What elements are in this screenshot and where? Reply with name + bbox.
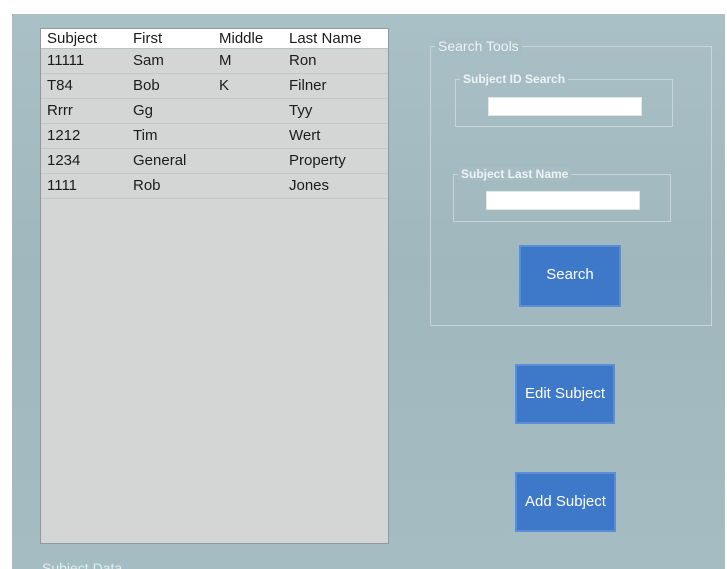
search-tools-group: Search Tools Subject ID Search Subject L…	[430, 38, 712, 326]
column-header-first[interactable]: First	[129, 29, 215, 48]
cell-first: General	[133, 152, 187, 169]
cell-subject: 1111	[47, 177, 78, 194]
list-row[interactable]: 11111 Sam M Ron	[41, 49, 388, 74]
subject-data-group-title: Subject Data	[42, 560, 123, 569]
search-button[interactable]: Search	[519, 245, 621, 307]
subject-window: Subject First Middle Last Name 11111 Sam…	[12, 14, 725, 569]
subject-list-view[interactable]: Subject First Middle Last Name 11111 Sam…	[40, 28, 389, 544]
cell-last-name: Filner	[289, 77, 327, 94]
cell-subject: Rrrr	[47, 102, 73, 119]
subject-last-name-input[interactable]	[486, 191, 640, 210]
list-row[interactable]: T84 Bob K Filner	[41, 74, 388, 99]
column-header-last-name[interactable]: Last Name	[285, 29, 388, 48]
cell-subject: 1212	[47, 127, 81, 144]
subject-last-name-label: Subject Last Name	[458, 167, 572, 181]
cell-first: Gg	[133, 102, 154, 119]
add-subject-button[interactable]: Add Subject	[515, 472, 616, 532]
cell-last-name: Wert	[289, 127, 321, 144]
cell-first: Bob	[133, 77, 160, 94]
list-header: Subject First Middle Last Name	[41, 29, 388, 49]
search-tools-title: Search Tools	[435, 38, 522, 54]
column-header-subject[interactable]: Subject	[41, 29, 129, 48]
subject-last-name-group: Subject Last Name	[453, 167, 671, 222]
cell-subject: T84	[47, 77, 73, 94]
cell-middle	[215, 174, 285, 198]
subject-id-search-input[interactable]	[488, 97, 642, 116]
cell-middle	[215, 99, 285, 123]
edit-subject-button[interactable]: Edit Subject	[515, 364, 615, 424]
cell-first: Tim	[133, 127, 158, 144]
cell-first: Rob	[133, 177, 161, 194]
cell-last-name: Jones	[289, 177, 330, 194]
cell-last-name: Ron	[289, 52, 317, 69]
column-header-middle[interactable]: Middle	[215, 29, 285, 48]
cell-first: Sam	[133, 52, 164, 69]
cell-middle	[215, 149, 285, 173]
subject-id-search-group: Subject ID Search	[455, 72, 673, 127]
cell-middle: K	[219, 77, 230, 94]
cell-middle: M	[219, 52, 232, 69]
cell-subject: 1234	[47, 152, 81, 169]
list-row[interactable]: 1111 Rob Jones	[41, 174, 388, 199]
list-row[interactable]: 1234 General Property	[41, 149, 388, 174]
list-row[interactable]: Rrrr Gg Tyy	[41, 99, 388, 124]
list-row[interactable]: 1212 Tim Wert	[41, 124, 388, 149]
cell-last-name: Property	[289, 152, 346, 169]
subject-id-search-label: Subject ID Search	[460, 72, 569, 86]
cell-subject: 11111	[47, 52, 85, 69]
cell-middle	[215, 124, 285, 148]
cell-last-name: Tyy	[289, 102, 313, 119]
